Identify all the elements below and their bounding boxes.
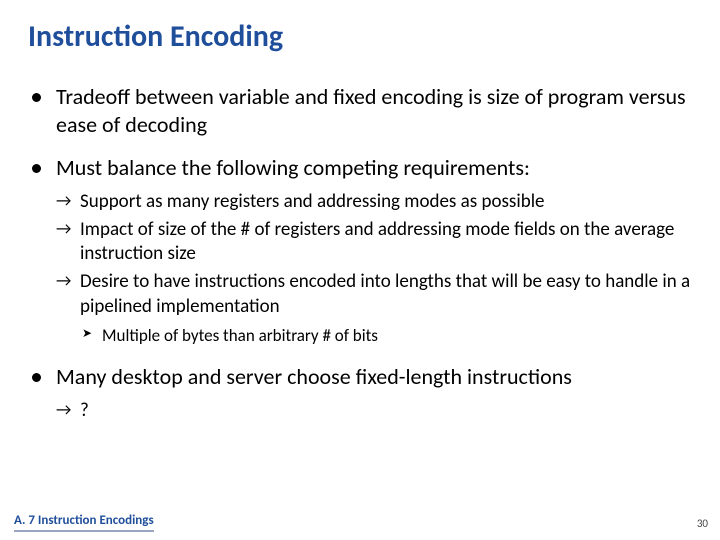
bullet-text: Many desktop and server choose fixed-len…	[56, 363, 572, 390]
bullet-text: Support as many registers and addressing…	[80, 190, 545, 213]
slide-title: Instruction Encoding	[28, 18, 692, 55]
slide-body: Instruction Encoding Tradeoff between va…	[0, 0, 720, 423]
list-item: ?	[56, 399, 692, 423]
bullet-text: ?	[80, 399, 89, 422]
list-item: Many desktop and server choose fixed-len…	[28, 363, 692, 423]
list-item: Multiple of bytes than arbitrary # of bi…	[80, 325, 692, 347]
bullet-text: Desire to have instructions encoded into…	[80, 270, 690, 317]
list-item: Must balance the following competing req…	[28, 154, 692, 347]
bullet-text: Tradeoff between variable and fixed enco…	[56, 83, 686, 138]
bullet-text: Multiple of bytes than arbitrary # of bi…	[102, 325, 378, 346]
page-number: 30	[697, 517, 708, 530]
footer-section-label: A. 7 Instruction Encodings	[14, 513, 154, 532]
list-item: Desire to have instructions encoded into…	[56, 270, 692, 347]
bullet-list-level3: Multiple of bytes than arbitrary # of bi…	[80, 325, 692, 347]
list-item: Support as many registers and addressing…	[56, 190, 692, 214]
list-item: Impact of size of the # of registers and…	[56, 218, 692, 267]
bullet-text: Must balance the following competing req…	[56, 154, 530, 181]
bullet-list-level2: Support as many registers and addressing…	[56, 190, 692, 348]
bullet-text: Impact of size of the # of registers and…	[80, 218, 674, 265]
bullet-list-level1: Tradeoff between variable and fixed enco…	[28, 83, 692, 423]
footer: A. 7 Instruction Encodings	[14, 510, 154, 532]
bullet-list-level2: ?	[56, 399, 692, 423]
list-item: Tradeoff between variable and fixed enco…	[28, 83, 692, 138]
